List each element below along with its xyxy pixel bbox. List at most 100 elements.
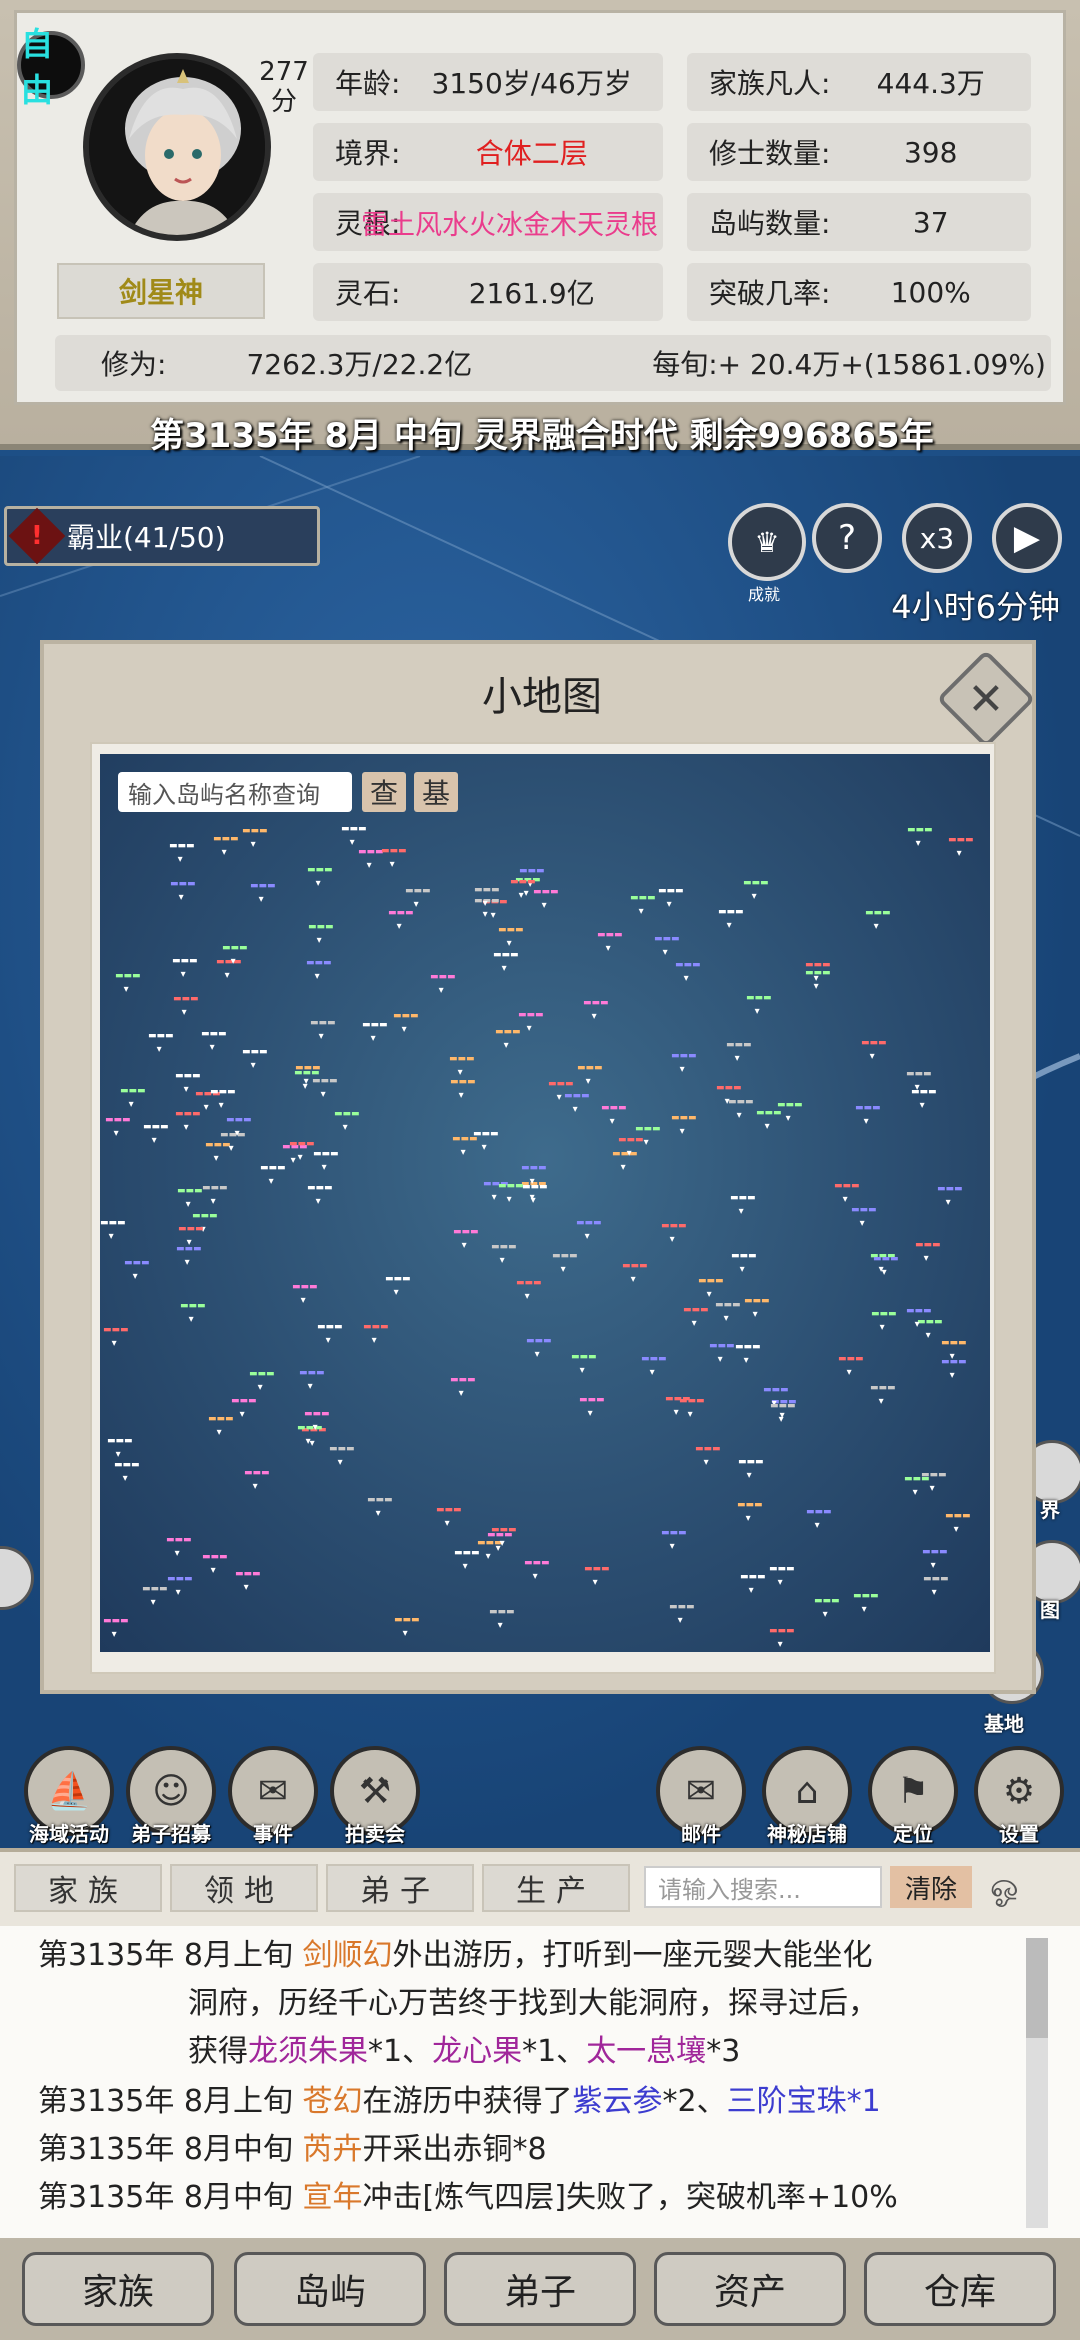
island-marker[interactable]: ▬▬▬ bbox=[728, 1097, 754, 1121]
island-marker[interactable]: ▬▬▬ bbox=[661, 1528, 687, 1552]
island-marker[interactable]: ▬▬▬ bbox=[175, 1109, 201, 1133]
island-marker[interactable]: ▬▬▬ bbox=[612, 1149, 638, 1173]
island-marker[interactable]: ▬▬▬ bbox=[180, 1301, 206, 1325]
island-marker[interactable]: ▬▬▬ bbox=[851, 1205, 877, 1229]
island-marker[interactable]: ▬▬▬ bbox=[142, 1584, 168, 1608]
island-marker[interactable]: ▬▬▬ bbox=[192, 1211, 218, 1235]
island-marker[interactable]: ▬▬▬ bbox=[393, 1011, 419, 1035]
island-marker[interactable]: ▬▬▬ bbox=[394, 1615, 420, 1639]
island-marker[interactable]: ▬▬▬ bbox=[173, 994, 199, 1018]
island-marker[interactable]: ▬▬▬ bbox=[491, 1242, 517, 1266]
island-marker[interactable]: ▬▬▬ bbox=[124, 1258, 150, 1282]
island-marker[interactable]: ▬▬▬ bbox=[304, 1409, 330, 1433]
island-marker[interactable]: ▬▬▬ bbox=[735, 1342, 761, 1366]
island-marker[interactable]: ▬▬▬ bbox=[250, 881, 276, 905]
island-marker[interactable]: ▬▬▬ bbox=[310, 1018, 336, 1042]
island-marker[interactable]: ▬▬▬ bbox=[746, 993, 772, 1017]
island-marker[interactable]: ▬▬▬ bbox=[297, 1423, 323, 1447]
island-marker[interactable]: ▬▬▬ bbox=[726, 1040, 752, 1064]
island-marker[interactable]: ▬▬▬ bbox=[235, 1569, 261, 1593]
island-marker[interactable]: ▬▬▬ bbox=[715, 1300, 741, 1324]
island-marker[interactable]: ▬▬▬ bbox=[103, 1325, 129, 1349]
island-marker[interactable]: ▬▬▬ bbox=[861, 1038, 887, 1062]
island-marker[interactable]: ▬▬▬ bbox=[583, 998, 609, 1022]
base-button[interactable]: 基 bbox=[414, 772, 458, 812]
island-marker[interactable]: ▬▬▬ bbox=[313, 1149, 339, 1173]
island-marker[interactable]: ▬▬▬ bbox=[709, 1341, 735, 1365]
island-marker[interactable]: ▬▬▬ bbox=[143, 1122, 169, 1146]
island-marker[interactable]: ▬▬▬ bbox=[363, 1322, 389, 1346]
island-marker[interactable]: ▬▬▬ bbox=[738, 1457, 764, 1481]
island-marker[interactable]: ▬▬▬ bbox=[743, 878, 769, 902]
action-mail-button[interactable]: ✉ 邮件 bbox=[646, 1746, 756, 1847]
island-marker[interactable]: ▬▬▬ bbox=[312, 1076, 338, 1100]
island-marker[interactable]: ▬▬▬ bbox=[744, 1296, 770, 1320]
island-marker[interactable]: ▬▬▬ bbox=[220, 1130, 246, 1154]
island-marker[interactable]: ▬▬▬ bbox=[526, 1336, 552, 1360]
island-marker[interactable]: ▬▬▬ bbox=[731, 1251, 757, 1275]
island-marker[interactable]: ▬▬▬ bbox=[222, 943, 248, 967]
island-marker[interactable]: ▬▬▬ bbox=[452, 1134, 478, 1158]
nav-islands[interactable]: 岛屿 bbox=[234, 2252, 426, 2326]
island-marker[interactable]: ▬▬▬ bbox=[941, 1357, 967, 1381]
action-shop-button[interactable]: ⌂ 神秘店铺 bbox=[752, 1746, 862, 1847]
island-marker[interactable]: ▬▬▬ bbox=[618, 1135, 644, 1159]
island-marker[interactable]: ▬▬▬ bbox=[166, 1535, 192, 1559]
island-marker[interactable]: ▬▬▬ bbox=[669, 1602, 695, 1626]
island-marker[interactable]: ▬▬▬ bbox=[388, 908, 414, 932]
island-marker[interactable]: ▬▬▬ bbox=[299, 1368, 325, 1392]
island-marker[interactable]: ▬▬▬ bbox=[521, 1163, 547, 1187]
island-marker[interactable]: ▬▬▬ bbox=[454, 1548, 480, 1572]
island-marker[interactable]: ▬▬▬ bbox=[571, 1352, 597, 1376]
island-marker[interactable]: ▬▬▬ bbox=[937, 1184, 963, 1208]
island-marker[interactable]: ▬▬▬ bbox=[213, 834, 239, 858]
island-marker[interactable]: ▬▬▬ bbox=[362, 1020, 388, 1044]
island-marker[interactable]: ▬▬▬ bbox=[698, 1276, 724, 1300]
island-marker[interactable]: ▬▬▬ bbox=[172, 956, 198, 980]
island-marker[interactable]: ▬▬▬ bbox=[548, 1079, 574, 1103]
play-button[interactable]: ▶ bbox=[992, 503, 1062, 573]
island-marker[interactable]: ▬▬▬ bbox=[114, 1460, 140, 1484]
island-marker[interactable]: ▬▬▬ bbox=[450, 1375, 476, 1399]
island-marker[interactable]: ▬▬▬ bbox=[148, 1031, 174, 1055]
island-marker[interactable]: ▬▬▬ bbox=[177, 1186, 203, 1210]
island-marker[interactable]: ▬▬▬ bbox=[289, 1139, 315, 1163]
island-marker[interactable]: ▬▬▬ bbox=[671, 1113, 697, 1137]
island-marker[interactable]: ▬▬▬ bbox=[870, 1383, 896, 1407]
island-marker[interactable]: ▬▬▬ bbox=[921, 1470, 947, 1494]
action-event-scroll-button[interactable]: ✉ 事件 bbox=[218, 1746, 328, 1847]
speed-button[interactable]: x3 bbox=[902, 503, 972, 573]
action-sea-activity-button[interactable]: ⛵ 海域活动 bbox=[14, 1746, 124, 1847]
island-marker[interactable]: ▬▬▬ bbox=[100, 1218, 126, 1242]
log-search-input[interactable]: 请输入搜索... bbox=[644, 1866, 882, 1908]
island-marker[interactable]: ▬▬▬ bbox=[450, 1077, 476, 1101]
nav-family[interactable]: 家族 bbox=[22, 2252, 214, 2326]
island-marker[interactable]: ▬▬▬ bbox=[493, 950, 519, 974]
island-marker[interactable]: ▬▬▬ bbox=[231, 1396, 257, 1420]
island-marker[interactable]: ▬▬▬ bbox=[763, 1385, 789, 1409]
island-marker[interactable]: ▬▬▬ bbox=[120, 1086, 146, 1110]
island-marker[interactable]: ▬▬▬ bbox=[307, 865, 333, 889]
island-marker[interactable]: ▬▬▬ bbox=[770, 1401, 796, 1425]
island-marker[interactable]: ▬▬▬ bbox=[805, 968, 831, 992]
island-marker[interactable]: ▬▬▬ bbox=[202, 1552, 228, 1576]
island-marker[interactable]: ▬▬▬ bbox=[635, 1124, 661, 1148]
island-marker[interactable]: ▬▬▬ bbox=[552, 1251, 578, 1275]
island-marker[interactable]: ▬▬▬ bbox=[814, 1596, 840, 1620]
island-marker[interactable]: ▬▬▬ bbox=[103, 1616, 129, 1640]
tab-production[interactable]: 生产 bbox=[482, 1864, 630, 1912]
island-marker[interactable]: ▬▬▬ bbox=[865, 908, 891, 932]
island-marker[interactable]: ▬▬▬ bbox=[654, 934, 680, 958]
island-marker[interactable]: ▬▬▬ bbox=[945, 1511, 971, 1535]
island-marker[interactable]: ▬▬▬ bbox=[855, 1103, 881, 1127]
island-marker[interactable]: ▬▬▬ bbox=[405, 886, 431, 910]
island-marker[interactable]: ▬▬▬ bbox=[873, 1254, 899, 1278]
island-marker[interactable]: ▬▬▬ bbox=[564, 1091, 590, 1115]
island-marker[interactable]: ▬▬▬ bbox=[907, 825, 933, 849]
island-marker[interactable]: ▬▬▬ bbox=[718, 907, 744, 931]
island-marker[interactable]: ▬▬▬ bbox=[249, 1369, 275, 1393]
island-marker[interactable]: ▬▬▬ bbox=[178, 1224, 204, 1248]
island-marker[interactable]: ▬▬▬ bbox=[498, 925, 524, 949]
island-marker[interactable]: ▬▬▬ bbox=[385, 1274, 411, 1298]
island-marker[interactable]: ▬▬▬ bbox=[871, 1309, 897, 1333]
